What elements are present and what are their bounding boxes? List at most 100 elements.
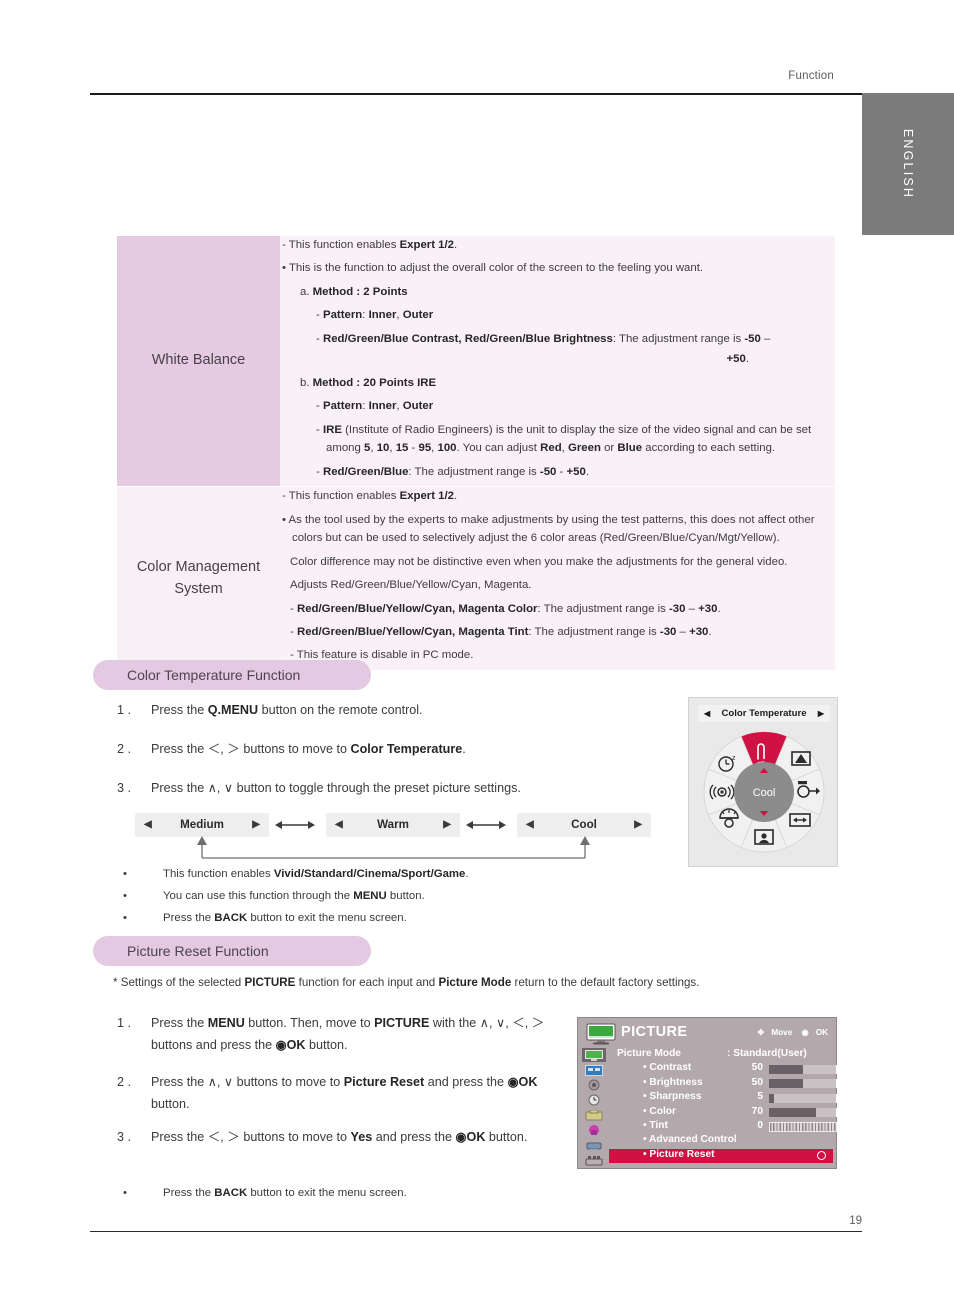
nav-lr-glyph: ＜, ＞ <box>207 742 240 756</box>
ok-indicator-icon <box>817 1150 826 1160</box>
picture-monitor-icon <box>586 1023 616 1045</box>
color-temperature-selector[interactable]: ◀ Medium ▶ ◀ Warm ▶ ◀ Cool ▶ <box>135 813 651 837</box>
osd-hints: ✥ Move ◉ OK <box>750 1027 828 1037</box>
section-pill-picture-reset: Picture Reset Function <box>93 936 371 966</box>
step-number: 3 . <box>117 781 132 795</box>
right-arrow-icon[interactable]: ▶ <box>252 813 260 837</box>
osd-row-color[interactable]: • Color 70 <box>609 1105 837 1120</box>
wb-line-1: - This function enables Expert 1/2. <box>282 239 458 251</box>
left-arrow-icon[interactable]: ◀ <box>335 813 343 837</box>
osd-sidebar-item-audio[interactable] <box>582 1078 606 1092</box>
list-item: • You can use this function through the M… <box>123 885 655 907</box>
step-number: 2 . <box>117 742 132 756</box>
header-divider <box>90 93 862 95</box>
cms-line-1: - This function enables Expert 1/2. <box>282 490 458 503</box>
ok-hint: ◉ OK <box>801 1028 828 1037</box>
wheel-title-bar[interactable]: ◀ Color Temperature ▶ <box>698 705 830 722</box>
section-pill-color-temperature: Color Temperature Function <box>93 660 371 690</box>
osd-row-label: • Sharpness <box>643 1091 702 1103</box>
time-icon <box>588 1094 600 1106</box>
osd-sidebar-item-network[interactable] <box>582 1138 606 1152</box>
osd-slider-contrast[interactable] <box>769 1064 837 1074</box>
osd-menu-list[interactable]: Picture Mode : Standard(User) • Contrast… <box>609 1048 837 1164</box>
wb-pattern-b: - Pattern: Inner, Outer <box>316 400 434 413</box>
list-item: • This function enables Vivid/Standard/Ci… <box>123 863 655 885</box>
nav-updown-glyph: ∧, ∨ <box>207 781 234 795</box>
row-label-color-management-system: Color Management System <box>117 486 280 670</box>
color-temp-notes: • This function enables Vivid/Standard/Ci… <box>123 863 655 930</box>
temp-option-cool[interactable]: ◀ Cool ▶ <box>517 813 651 837</box>
table-row: Color Management System - This function … <box>117 486 835 670</box>
osd-row-label: Picture Mode <box>617 1048 681 1059</box>
osd-header: PICTURE ✥ Move ◉ OK <box>578 1018 836 1048</box>
osd-title: PICTURE <box>621 1024 688 1040</box>
osd-sidebar[interactable] <box>582 1048 608 1167</box>
cms-color-range: - Red/Green/Blue/Yellow/Cyan, Magenta Co… <box>290 602 721 615</box>
bullet-icon: • <box>123 890 127 903</box>
step-text: Press the Q.MENU button on the remote co… <box>151 703 423 717</box>
osd-slider-color[interactable] <box>769 1108 837 1118</box>
nav-updown-glyph: ∧, ∨ <box>207 1075 234 1089</box>
right-arrow-icon[interactable]: ▶ <box>634 813 642 837</box>
picture-reset-step-3: 3 . Press the ＜, ＞ buttons to move to Ye… <box>117 1126 567 1148</box>
osd-sidebar-item-time[interactable] <box>582 1093 606 1107</box>
picture-icon <box>585 1049 603 1061</box>
osd-sidebar-item-screen[interactable] <box>582 1063 606 1077</box>
nav-lr-glyph: ＜, ＞ <box>207 1130 240 1144</box>
osd-row-number: 0 <box>757 1119 763 1131</box>
osd-slider-sharpness[interactable] <box>769 1093 837 1103</box>
wheel-body[interactable]: K z <box>703 725 825 859</box>
language-tab-label: ENGLISH <box>901 128 915 200</box>
cms-line-4: Adjusts Red/Green/Blue/Yellow/Cyan, Mage… <box>290 579 532 592</box>
osd-sidebar-item-picture[interactable] <box>582 1048 606 1062</box>
row-body-white-balance: - This function enables Expert 1/2. • Th… <box>280 236 835 487</box>
step-text: Press the ＜, ＞ buttons to move to Yes an… <box>151 1130 528 1144</box>
cms-line-2: • As the tool used by the experts to mak… <box>282 513 815 545</box>
picture-reset-notes: • Press the BACK button to exit the menu … <box>123 1182 655 1204</box>
osd-row-sharpness[interactable]: • Sharpness 5 <box>609 1091 837 1105</box>
color-temp-step-2: 2 . Press the ＜, ＞ buttons to move to Co… <box>117 738 637 760</box>
osd-row-label: • Advanced Control <box>643 1134 737 1146</box>
move-hint: ✥ Move <box>757 1028 793 1037</box>
osd-row-tint[interactable]: • Tint 0 <box>609 1119 837 1134</box>
usb-icon <box>585 1155 603 1165</box>
osd-slider-brightness[interactable] <box>769 1079 837 1089</box>
right-arrow-icon[interactable]: ▶ <box>818 705 824 722</box>
language-tab: ENGLISH <box>862 93 954 235</box>
temp-option-warm[interactable]: ◀ Warm ▶ <box>326 813 460 837</box>
osd-row-contrast[interactable]: • Contrast 50 <box>609 1062 837 1076</box>
screen-icon <box>585 1064 603 1076</box>
page-number: 19 <box>849 1215 862 1227</box>
bullet-icon: • <box>123 868 127 880</box>
osd-row-picture-reset[interactable]: • Picture Reset <box>609 1148 833 1164</box>
osd-row-brightness[interactable]: • Brightness 50 <box>609 1077 837 1091</box>
osd-sidebar-item-lock[interactable] <box>582 1123 606 1137</box>
left-arrow-icon[interactable]: ◀ <box>144 813 152 837</box>
osd-row-label: • Tint <box>643 1119 668 1131</box>
step-number: 2 . <box>117 1075 132 1089</box>
osd-row-advanced-control[interactable]: • Advanced Control <box>609 1134 833 1148</box>
osd-row-label: • Contrast <box>643 1062 692 1074</box>
bullet-icon: • <box>123 1187 127 1199</box>
temp-option-medium[interactable]: ◀ Medium ▶ <box>135 813 269 837</box>
picture-reset-note: * Settings of the selected PICTURE funct… <box>113 976 700 989</box>
step-text: Press the ∧, ∨ button to toggle through … <box>151 781 521 795</box>
step-text: Press the MENU button. Then, move to PIC… <box>151 1016 545 1053</box>
osd-slider-tint[interactable] <box>769 1121 837 1132</box>
left-arrow-icon[interactable]: ◀ <box>526 813 534 837</box>
cms-label-line-1: Color Management <box>136 558 261 575</box>
osd-row-picture-mode[interactable]: Picture Mode : Standard(User) <box>609 1048 833 1062</box>
temp-option-label: Medium <box>180 818 224 831</box>
option-icon <box>585 1109 603 1120</box>
osd-sidebar-item-usb[interactable] <box>582 1153 606 1167</box>
list-item: • Press the BACK button to exit the menu … <box>123 1182 655 1204</box>
right-arrow-icon[interactable]: ▶ <box>443 813 451 837</box>
osd-sidebar-item-option[interactable] <box>582 1108 606 1122</box>
wb-pattern-a: - Pattern: Inner, Outer <box>316 309 434 322</box>
osd-row-label: • Color <box>643 1105 676 1117</box>
left-arrow-icon[interactable]: ◀ <box>704 705 710 722</box>
ok-button-glyph: ◉OK <box>507 1075 538 1089</box>
feature-spec-table: White Balance - This function enables Ex… <box>117 236 835 670</box>
step-number: 3 . <box>117 1130 132 1144</box>
osd-row-number: 70 <box>751 1105 763 1117</box>
